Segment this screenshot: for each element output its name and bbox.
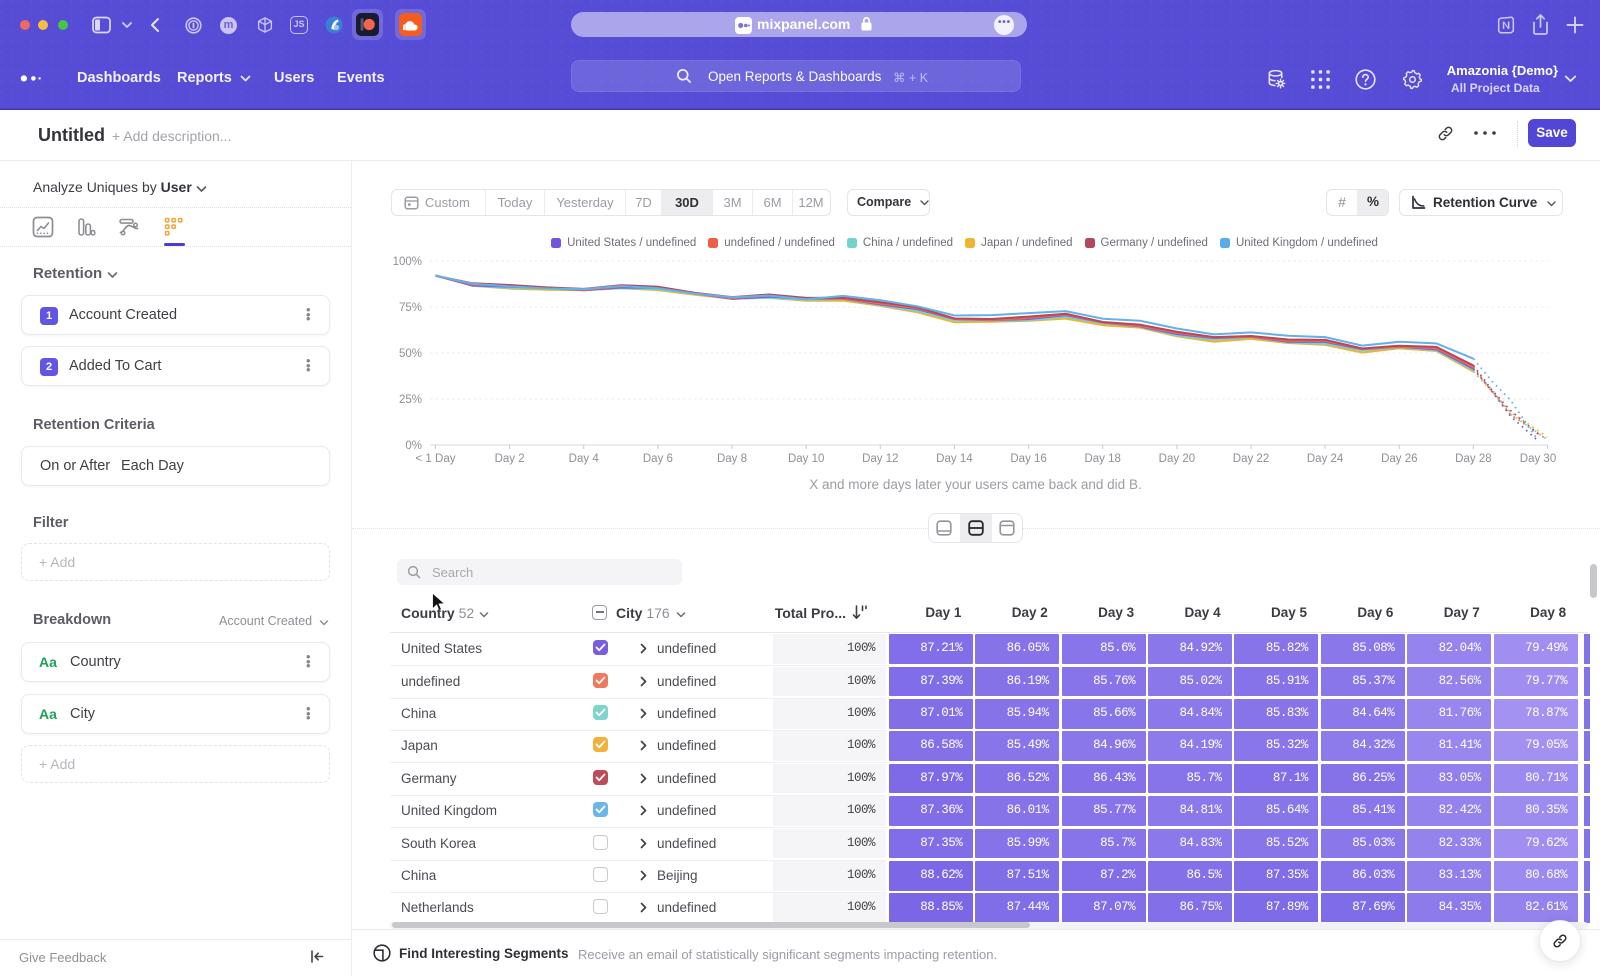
svg-text:Day 22: Day 22 xyxy=(1233,453,1269,465)
svg-text:Day 8: Day 8 xyxy=(717,453,747,465)
svg-text:Day 16: Day 16 xyxy=(1010,453,1046,465)
svg-text:Day 20: Day 20 xyxy=(1159,453,1195,465)
svg-text:Day 24: Day 24 xyxy=(1307,453,1344,465)
svg-text:0%: 0% xyxy=(405,440,422,452)
svg-text:Day 12: Day 12 xyxy=(862,453,898,465)
svg-text:Day 18: Day 18 xyxy=(1084,453,1120,465)
svg-text:Day 28: Day 28 xyxy=(1455,453,1491,465)
svg-text:< 1 Day: < 1 Day xyxy=(416,453,456,465)
svg-text:75%: 75% xyxy=(399,302,422,314)
svg-text:Day 2: Day 2 xyxy=(495,453,525,465)
svg-text:Day 30: Day 30 xyxy=(1520,453,1556,465)
svg-text:Day 4: Day 4 xyxy=(569,453,600,465)
svg-text:100%: 100% xyxy=(393,256,422,268)
svg-text:Day 6: Day 6 xyxy=(643,453,673,465)
svg-text:50%: 50% xyxy=(399,348,422,360)
svg-text:Day 14: Day 14 xyxy=(936,453,973,465)
svg-text:Day 10: Day 10 xyxy=(788,453,824,465)
svg-text:25%: 25% xyxy=(399,394,422,406)
svg-text:Day 26: Day 26 xyxy=(1381,453,1417,465)
